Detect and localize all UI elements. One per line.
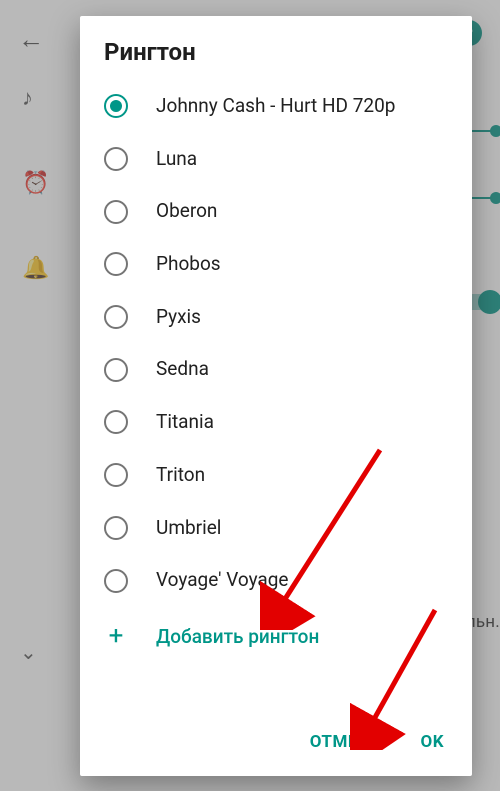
ringtone-option-label: Titania <box>156 410 214 435</box>
ringtone-option-label: Luna <box>156 147 197 172</box>
radio-icon[interactable] <box>104 147 128 171</box>
ringtone-option-label: Oberon <box>156 199 217 224</box>
ringtone-option[interactable]: Triton <box>80 449 472 502</box>
radio-icon[interactable] <box>104 358 128 382</box>
add-ringtone-row[interactable]: + Добавить рингтон <box>80 607 472 666</box>
radio-icon[interactable] <box>104 569 128 593</box>
add-ringtone-label: Добавить рингтон <box>156 625 319 648</box>
ringtone-option[interactable]: Luna <box>80 133 472 186</box>
ringtone-option[interactable]: Voyage' Voyage <box>80 554 472 607</box>
radio-icon[interactable] <box>104 410 128 434</box>
ringtone-option-label: Phobos <box>156 252 221 277</box>
ok-button[interactable]: OK <box>406 722 458 762</box>
ringtone-option[interactable]: Pyxis <box>80 291 472 344</box>
radio-icon[interactable] <box>104 463 128 487</box>
radio-icon[interactable] <box>104 200 128 224</box>
ringtone-option-label: Johnny Cash - Hurt HD 720p <box>156 94 395 119</box>
cancel-button[interactable]: ОТМЕНА <box>296 722 397 762</box>
ringtone-option[interactable]: Titania <box>80 396 472 449</box>
ringtone-option-label: Umbriel <box>156 516 221 541</box>
dialog-actions: ОТМЕНА OK <box>80 712 472 776</box>
ringtone-option[interactable]: Oberon <box>80 185 472 238</box>
ringtone-option[interactable]: Phobos <box>80 238 472 291</box>
ringtone-option[interactable]: Umbriel <box>80 502 472 555</box>
ringtone-option-label: Voyage' Voyage <box>156 568 289 593</box>
radio-icon[interactable] <box>104 94 128 118</box>
ringtone-option-list[interactable]: Johnny Cash - Hurt HD 720p Luna Oberon Phob… <box>80 80 472 712</box>
ringtone-option[interactable]: Sedna <box>80 343 472 396</box>
radio-icon[interactable] <box>104 305 128 329</box>
plus-icon: + <box>104 626 128 646</box>
radio-icon[interactable] <box>104 516 128 540</box>
radio-icon[interactable] <box>104 252 128 276</box>
ringtone-option-label: Pyxis <box>156 305 201 330</box>
ringtone-dialog: Рингтон Johnny Cash - Hurt HD 720p Luna Ob… <box>80 16 472 776</box>
dialog-title: Рингтон <box>80 16 472 80</box>
ringtone-option-label: Triton <box>156 463 205 488</box>
ringtone-option-label: Sedna <box>156 357 209 382</box>
ringtone-option[interactable]: Johnny Cash - Hurt HD 720p <box>80 80 472 133</box>
